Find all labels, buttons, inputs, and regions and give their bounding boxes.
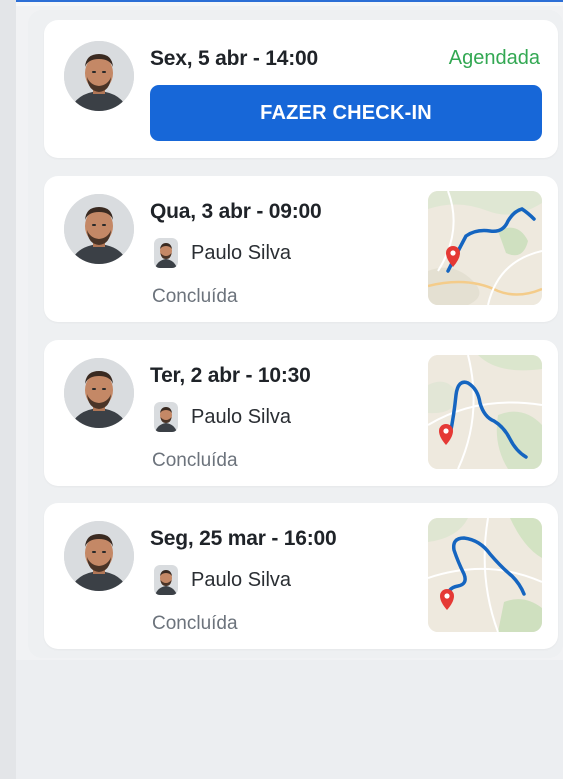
person-name: Paulo Silva — [191, 242, 292, 264]
person-avatar-icon — [154, 565, 178, 595]
person-avatar-icon — [154, 238, 178, 268]
route-map-thumbnail[interactable] — [428, 518, 542, 632]
person-photo-icon — [64, 194, 134, 264]
avatar — [64, 194, 134, 264]
status-text: Concluída — [152, 450, 238, 471]
appointment-date: Qua, 3 abr - 09:00 — [150, 200, 322, 223]
status-text: Concluída — [152, 613, 238, 634]
person-name: Paulo Silva — [191, 569, 292, 591]
person-photo-icon — [64, 358, 134, 428]
route-map-thumbnail[interactable] — [428, 355, 542, 469]
person-name: Paulo Silva — [191, 406, 292, 428]
status-badge: Agendada — [448, 47, 540, 69]
avatar — [64, 41, 134, 111]
appointment-date: Ter, 2 abr - 10:30 — [150, 364, 311, 387]
avatar — [64, 358, 134, 428]
empty-area — [16, 660, 563, 779]
person-photo-icon — [64, 41, 134, 111]
appointment-date: Sex, 5 abr - 14:00 — [150, 47, 318, 70]
left-edge — [0, 0, 16, 779]
appointment-card[interactable]: Seg, 25 mar - 16:00 Paulo Silva Concluíd… — [44, 503, 558, 649]
check-in-button[interactable]: FAZER CHECK-IN — [150, 85, 542, 141]
person-avatar-icon — [154, 402, 178, 432]
appointment-card-scheduled[interactable]: Sex, 5 abr - 14:00 Agendada FAZER CHECK-… — [44, 20, 558, 158]
avatar — [64, 521, 134, 591]
status-text: Concluída — [152, 286, 238, 307]
appointment-card[interactable]: Ter, 2 abr - 10:30 Paulo Silva Concluída — [44, 340, 558, 486]
person-photo-icon — [64, 521, 134, 591]
top-border — [16, 0, 563, 6]
appointment-date: Seg, 25 mar - 16:00 — [150, 527, 337, 550]
route-map-thumbnail[interactable] — [428, 191, 542, 305]
app-frame: Sex, 5 abr - 14:00 Agendada FAZER CHECK-… — [0, 0, 563, 779]
appointment-card[interactable]: Qua, 3 abr - 09:00 Paulo Silva Concluída — [44, 176, 558, 322]
